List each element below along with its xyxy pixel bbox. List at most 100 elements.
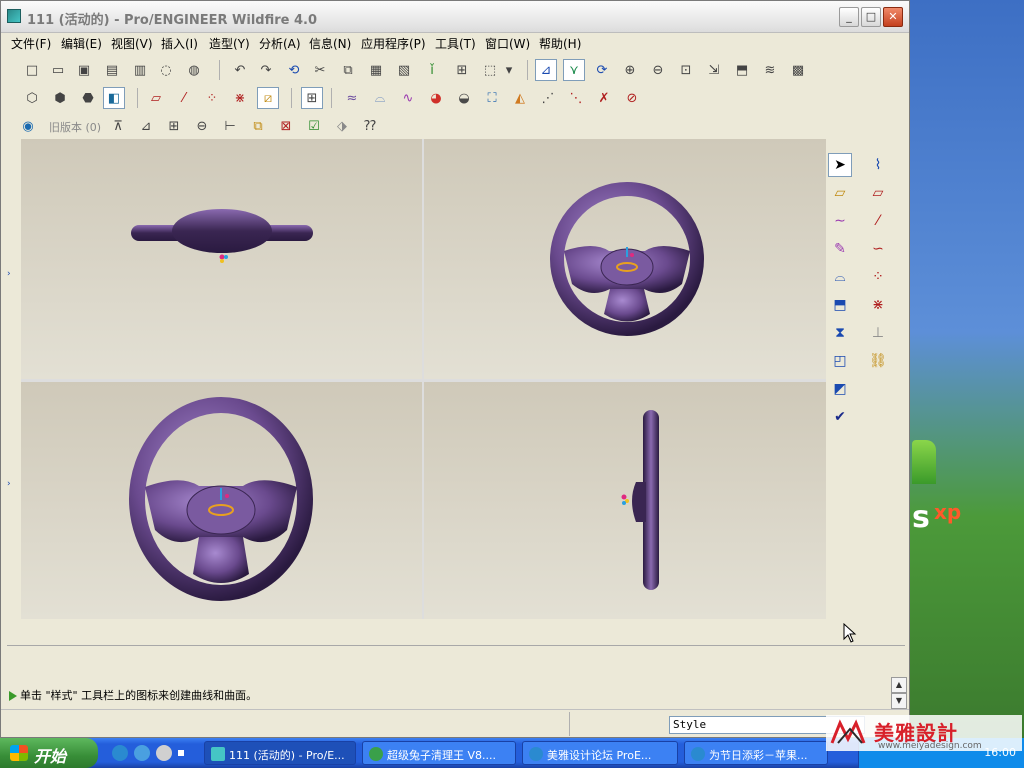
send-mail-icon[interactable]: ◌	[155, 59, 177, 81]
slope-icon[interactable]: ◭	[509, 87, 531, 109]
datum-axes-icon[interactable]: ⁄	[173, 87, 195, 109]
no-hidden-icon[interactable]: ⬣	[77, 87, 99, 109]
line-icon[interactable]: ⁄	[866, 209, 890, 233]
menu-analysis[interactable]: 分析(A)	[259, 35, 301, 52]
remove-curvature-icon[interactable]: ✗	[593, 87, 615, 109]
surface-edit-icon[interactable]: ◩	[828, 377, 852, 401]
paste-icon[interactable]: ▦	[365, 59, 387, 81]
viewport-isometric[interactable]	[21, 382, 422, 619]
menu-file[interactable]: 文件(F)	[11, 35, 51, 52]
datum-points-icon[interactable]: ⁘	[201, 87, 223, 109]
surface-connect-icon[interactable]: ⧗	[828, 321, 852, 345]
split-icon[interactable]: ⊥	[866, 321, 890, 345]
menu-window[interactable]: 窗口(W)	[485, 35, 530, 52]
print-icon[interactable]: ▥	[129, 59, 151, 81]
task-meiya-forum[interactable]: 美雅设计论坛 ProE...	[522, 741, 678, 765]
viewport-front[interactable]	[424, 139, 826, 379]
section-curvature-icon[interactable]: ⌓	[369, 87, 391, 109]
menu-style[interactable]: 造型(Y)	[209, 35, 250, 52]
coordinate-systems-icon[interactable]: ⋇	[229, 87, 251, 109]
wireframe-icon[interactable]: ⬡	[21, 87, 43, 109]
redo-icon[interactable]: ↷	[255, 59, 277, 81]
measure-angle-icon[interactable]: ⊿	[135, 115, 157, 137]
menu-view[interactable]: 视图(V)	[111, 35, 153, 52]
measure-area-icon[interactable]: ⊞	[163, 115, 185, 137]
view-manager-icon[interactable]: ▩	[787, 59, 809, 81]
chevron-down-icon[interactable]: ▾	[503, 59, 515, 81]
send-link-icon[interactable]: ◍	[183, 59, 205, 81]
hidden-line-icon[interactable]: ⬢	[49, 87, 71, 109]
measure-length-icon[interactable]: ⊢	[219, 115, 241, 137]
message-scroll-down[interactable]: ▼	[891, 693, 907, 709]
regenerate-icon[interactable]: ⟲	[283, 59, 305, 81]
saved-views-icon[interactable]: ⬒	[731, 59, 753, 81]
delete-analysis-icon[interactable]: ⋱	[565, 87, 587, 109]
quicklaunch-expand-icon[interactable]	[178, 750, 184, 756]
check-icon[interactable]: ☑	[303, 115, 325, 137]
task-holiday[interactable]: 为节日添彩－苹果...	[684, 741, 828, 765]
copy-icon[interactable]: ⧉	[337, 59, 359, 81]
save-copy-icon[interactable]: ▤	[101, 59, 123, 81]
point-icon[interactable]: ⁘	[866, 265, 890, 289]
datum-planes-icon[interactable]: ⏥	[145, 87, 167, 109]
dihedral-icon[interactable]: ⋰	[537, 87, 559, 109]
viewport-top[interactable]	[21, 139, 422, 379]
refit-icon[interactable]: ⊡	[675, 59, 697, 81]
zoom-out-icon[interactable]: ⊖	[647, 59, 669, 81]
menu-tools[interactable]: 工具(T)	[435, 35, 476, 52]
open-file-icon[interactable]: ▭	[47, 59, 69, 81]
layers-icon[interactable]: ≋	[759, 59, 781, 81]
gaussian-curvature-icon[interactable]: ◕	[425, 87, 447, 109]
start-button[interactable]: 开始	[0, 738, 98, 768]
cut-icon[interactable]: ✂	[309, 59, 331, 81]
internal-plane-icon[interactable]: ▱	[866, 181, 890, 205]
title-bar[interactable]: 111 (活动的) - Pro/ENGINEER Wildfire 4.0 _ …	[1, 1, 909, 33]
measure-distance-icon[interactable]: ⊼	[107, 115, 129, 137]
maximize-button[interactable]: □	[861, 7, 881, 27]
internet-explorer-icon[interactable]	[112, 745, 128, 761]
task-rabbit-cleaner[interactable]: 超级兔子清理王 V8....	[362, 741, 516, 765]
message-scroll-up[interactable]: ▲	[891, 677, 907, 693]
trim-curve-icon[interactable]: ⋇	[866, 293, 890, 317]
edit-curve-icon[interactable]: ✎	[828, 237, 852, 261]
paste-special-icon[interactable]: ▧	[393, 59, 415, 81]
orient-mode-icon[interactable]: ⟳	[591, 59, 613, 81]
offset-icon[interactable]: ∿	[397, 87, 419, 109]
curvature-icon[interactable]: ≈	[341, 87, 363, 109]
web-icon[interactable]: ◉	[17, 115, 39, 137]
outlook-icon[interactable]	[134, 745, 150, 761]
select-arrow-icon[interactable]: ➤	[828, 153, 852, 177]
measure-diameter-icon[interactable]: ⊖	[191, 115, 213, 137]
surface-trim-icon[interactable]: ◰	[828, 349, 852, 373]
close-button[interactable]: ✕	[883, 7, 903, 27]
find-icon[interactable]: ⊞	[451, 59, 473, 81]
model-tree-icon[interactable]: ǐ	[421, 59, 443, 81]
task-proe[interactable]: 111 (活动的) - Pro/E...	[204, 741, 356, 765]
transform-icon[interactable]: ⧉	[247, 115, 269, 137]
annotations-icon[interactable]: ⧄	[257, 87, 279, 109]
zoom-in-icon[interactable]: ⊕	[619, 59, 641, 81]
surface-icon[interactable]: ⌓	[828, 265, 852, 289]
legacy-version-label[interactable]: 旧版本 (0)	[49, 119, 101, 135]
reflection-icon[interactable]: ◒	[453, 87, 475, 109]
minimize-button[interactable]: _	[839, 7, 859, 27]
menu-edit[interactable]: 编辑(E)	[61, 35, 102, 52]
graphics-area[interactable]	[21, 139, 826, 619]
viewport-right[interactable]	[424, 382, 826, 619]
selection-box-icon[interactable]: ⬚	[479, 59, 501, 81]
media-player-icon[interactable]	[156, 745, 172, 761]
done-check-icon[interactable]: ✔	[828, 405, 852, 429]
curve-icon[interactable]: ∽	[866, 237, 890, 261]
menu-applications[interactable]: 应用程序(P)	[361, 35, 426, 52]
link-icon[interactable]: ⛓	[866, 349, 890, 373]
spin-center-icon[interactable]: ⋎	[563, 59, 585, 81]
context-help-icon[interactable]: ⁇	[359, 115, 381, 137]
navigator-sash[interactable]: › ›	[5, 149, 15, 619]
menu-info[interactable]: 信息(N)	[309, 35, 351, 52]
delete-icon[interactable]: ⊠	[275, 115, 297, 137]
new-file-icon[interactable]: □	[21, 59, 43, 81]
curve-on-surface-icon[interactable]: ⌇	[866, 153, 890, 177]
sketcher-grid-icon[interactable]: ⊞	[301, 87, 323, 109]
menu-help[interactable]: 帮助(H)	[539, 35, 581, 52]
menu-insert[interactable]: 插入(I)	[161, 35, 198, 52]
